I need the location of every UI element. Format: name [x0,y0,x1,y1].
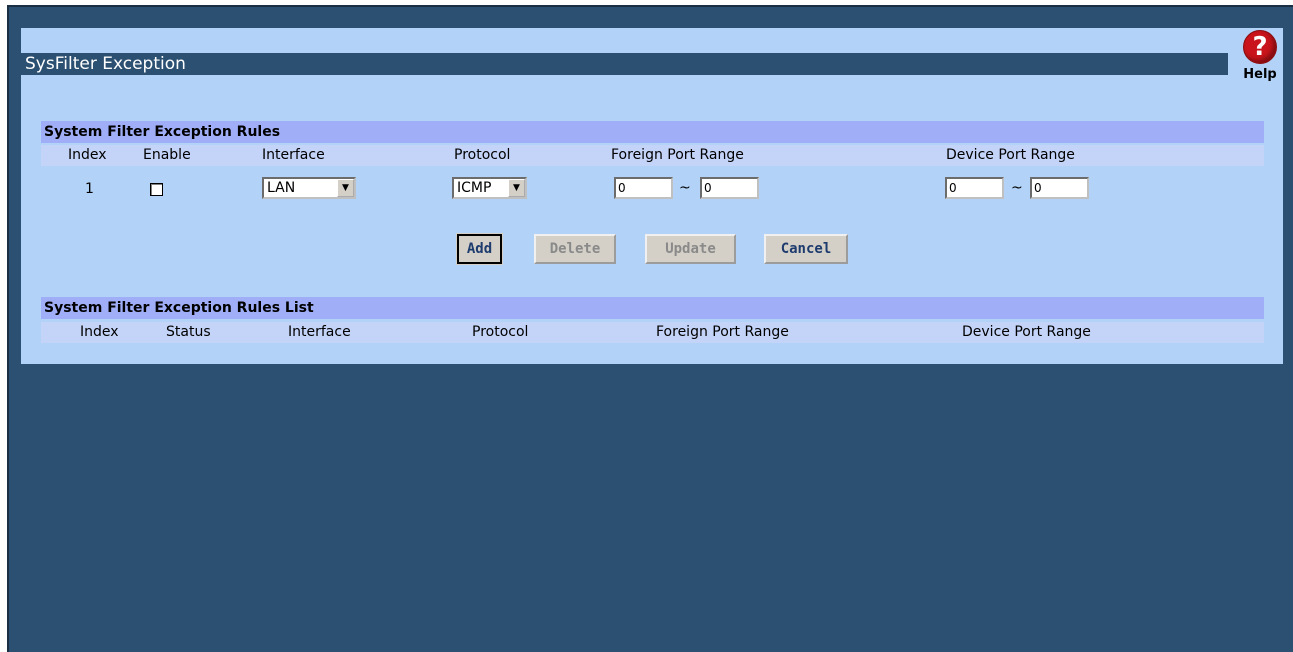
device-port-to-input[interactable]: 0 [1030,177,1089,199]
list-col-device-port-range: Device Port Range [962,324,1091,340]
list-section-header: System Filter Exception Rules List [41,297,1264,319]
rules-column-header: Index Enable Interface Protocol Foreign … [41,145,1264,166]
col-interface: Interface [262,147,325,163]
col-index: Index [68,147,107,163]
update-button[interactable]: Update [645,234,736,264]
interface-select-value: LAN [267,180,296,196]
help-button[interactable]: ? Help [1234,30,1286,100]
rule-edit-row: 1 LAN ▼ ICMP ▼ 0 ~ 0 0 ~ 0 [41,174,1264,204]
help-label[interactable]: Help [1234,67,1286,82]
list-col-status: Status [166,324,211,340]
chevron-down-icon[interactable]: ▼ [508,179,525,197]
col-device-port-range: Device Port Range [946,147,1075,163]
list-col-protocol: Protocol [472,324,529,340]
list-column-header: Index Status Interface Protocol Foreign … [41,322,1264,343]
enable-checkbox[interactable] [150,183,163,196]
protocol-select[interactable]: ICMP ▼ [452,177,527,199]
chevron-down-icon[interactable]: ▼ [337,179,354,197]
help-icon[interactable]: ? [1243,30,1277,64]
content-panel: SysFilter Exception ? Help System Filter… [21,28,1283,364]
delete-button[interactable]: Delete [534,234,616,264]
foreign-port-from-input[interactable]: 0 [614,177,673,199]
rules-section-header: System Filter Exception Rules [41,121,1264,143]
col-foreign-port-range: Foreign Port Range [611,147,744,163]
col-protocol: Protocol [454,147,511,163]
page-title: SysFilter Exception [21,53,1228,75]
rule-index: 1 [85,181,94,197]
list-col-index: Index [80,324,119,340]
foreign-port-to-input[interactable]: 0 [700,177,759,199]
protocol-select-value: ICMP [457,180,492,196]
interface-select[interactable]: LAN ▼ [262,177,356,199]
list-col-interface: Interface [288,324,351,340]
device-port-from-input[interactable]: 0 [945,177,1004,199]
foreign-range-separator: ~ [679,180,691,196]
add-button[interactable]: Add [456,233,503,265]
cancel-button[interactable]: Cancel [764,234,848,264]
list-col-foreign-port-range: Foreign Port Range [656,324,789,340]
device-range-separator: ~ [1011,180,1023,196]
col-enable: Enable [143,147,191,163]
